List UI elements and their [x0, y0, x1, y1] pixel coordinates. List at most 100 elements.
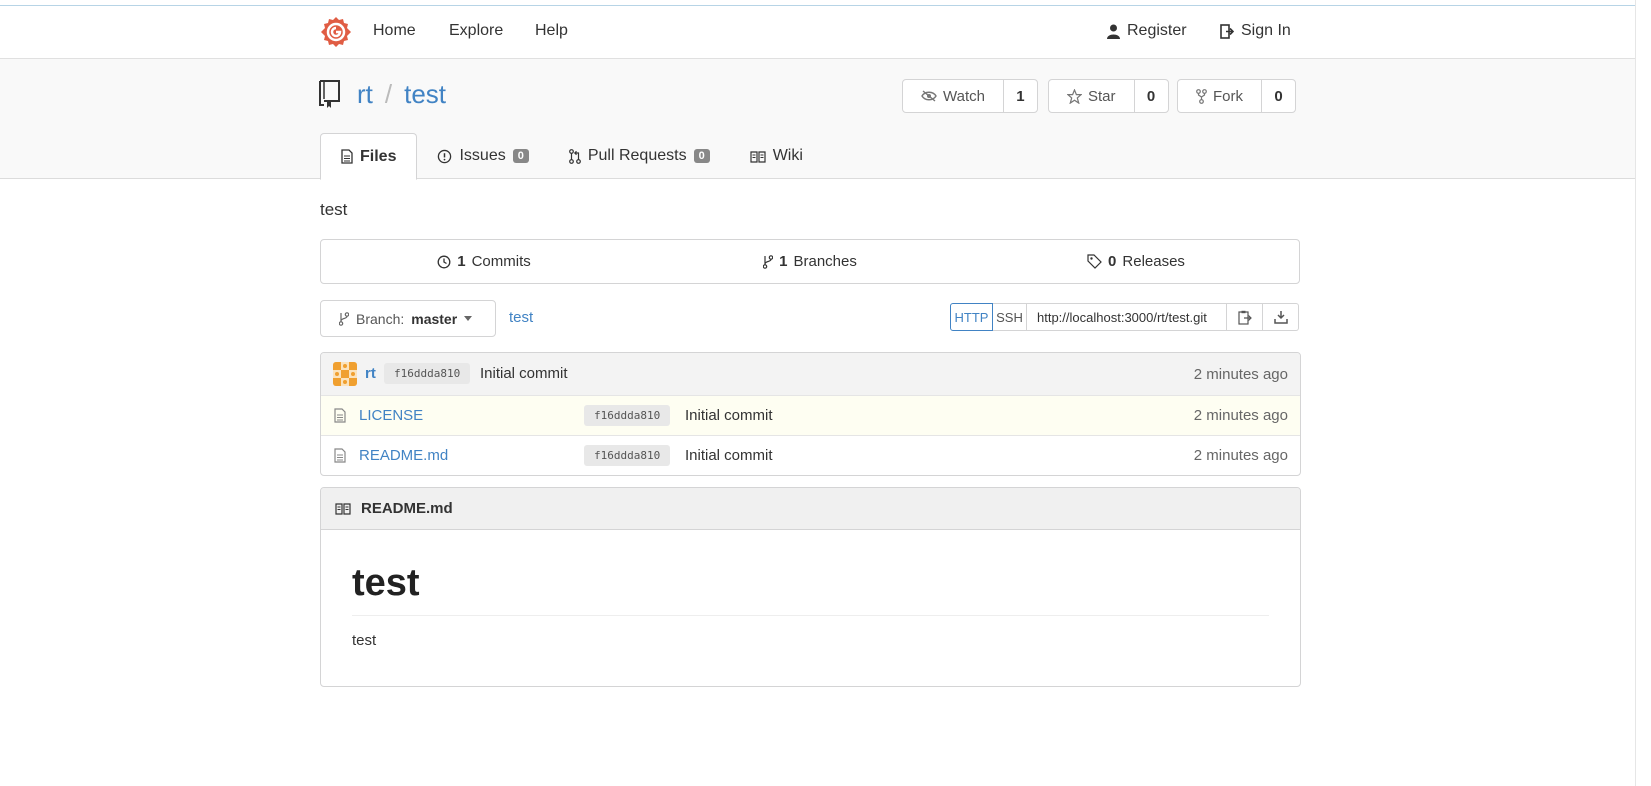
branches-label: Branches [793, 253, 857, 270]
watch-count[interactable]: 1 [1004, 80, 1037, 112]
repo-name-link[interactable]: test [404, 79, 446, 110]
readme-heading: test [352, 562, 1269, 616]
commits-label: Commits [471, 253, 531, 270]
branches-count: 1 [779, 253, 788, 270]
copy-url-button[interactable] [1227, 303, 1263, 331]
readme-paragraph: test [352, 632, 377, 649]
tab-pull-requests-label: Pull Requests [587, 147, 687, 164]
watch-button[interactable]: Watch [903, 80, 1004, 112]
tab-pull-requests[interactable]: Pull Requests 0 [549, 133, 730, 179]
file-name-link[interactable]: README.md [359, 447, 448, 464]
star-button[interactable]: Star [1049, 80, 1135, 112]
fork-count[interactable]: 0 [1262, 80, 1295, 112]
commit-sha-label[interactable]: f16ddda810 [384, 363, 471, 384]
eye-slash-icon [921, 90, 937, 102]
download-icon [1273, 311, 1288, 324]
branches-stat-link[interactable]: 1 Branches [647, 240, 973, 283]
repo-tabs: Files Issues 0 Pull Requests 0 Wiki [320, 133, 823, 180]
branch-icon [339, 311, 349, 326]
repo-title: rt / test [357, 79, 446, 110]
fork-button-group: Fork 0 [1177, 79, 1296, 113]
repo-title-separator: / [384, 79, 393, 109]
tab-files[interactable]: Files [320, 133, 418, 180]
branch-dropdown[interactable]: Branch: master [320, 300, 496, 337]
sign-in-icon [1220, 23, 1234, 39]
star-count[interactable]: 0 [1135, 80, 1168, 112]
commit-time: 2 minutes ago [1193, 366, 1288, 383]
fork-label: Fork [1213, 87, 1243, 105]
repo-stats-bar: 1 Commits 1 Branches 0 Releases [320, 239, 1300, 284]
file-commit-time: 2 minutes ago [1193, 447, 1288, 464]
watch-button-group: Watch 1 [902, 79, 1038, 113]
clipboard-icon [1238, 310, 1252, 325]
tag-icon [1087, 254, 1102, 269]
file-commit-message[interactable]: Initial commit [685, 447, 773, 464]
avatar[interactable] [333, 362, 357, 386]
file-commit-sha[interactable]: f16ddda810 [584, 405, 671, 426]
releases-label: Releases [1122, 253, 1185, 270]
file-name-link[interactable]: LICENSE [359, 407, 423, 424]
commits-stat-link[interactable]: 1 Commits [321, 240, 647, 283]
table-row: README.md f16ddda810 Initial commit 2 mi… [321, 435, 1300, 475]
star-button-group: Star 0 [1048, 79, 1169, 113]
fork-button[interactable]: Fork [1178, 80, 1262, 112]
nav-home-link[interactable]: Home [373, 22, 416, 40]
commits-count: 1 [457, 253, 466, 270]
table-row: LICENSE f16ddda810 Initial commit 2 minu… [321, 395, 1300, 435]
repo-icon [319, 80, 340, 108]
star-icon [1067, 88, 1082, 104]
branch-prefix: Branch: [356, 310, 405, 327]
scrollbar[interactable] [1635, 0, 1651, 786]
user-icon [1107, 24, 1120, 39]
commit-message: Initial commit [480, 365, 568, 382]
download-button[interactable] [1263, 303, 1299, 331]
clone-http-button[interactable]: HTTP [950, 303, 993, 331]
repo-description: test [320, 200, 348, 219]
sign-in-link[interactable]: Sign In [1220, 22, 1291, 40]
browser-top-line [0, 0, 1651, 6]
issues-count-badge: 0 [512, 149, 529, 163]
tab-wiki-label: Wiki [772, 147, 803, 164]
file-text-icon [334, 448, 346, 463]
tab-files-label: Files [360, 147, 397, 165]
readme-panel: README.md test test [320, 487, 1301, 687]
file-text-icon [334, 408, 346, 423]
sign-in-label: Sign In [1241, 22, 1291, 39]
pull-request-icon [568, 148, 581, 164]
latest-commit-row: rt f16ddda810 Initial commit 2 minutes a… [321, 353, 1300, 395]
top-navbar: Home Explore Help Register Sign In [0, 7, 1635, 59]
history-icon [437, 255, 451, 268]
clone-ssh-button[interactable]: SSH [993, 303, 1027, 331]
readme-content: test test [321, 530, 1300, 681]
repo-owner-link[interactable]: rt [357, 79, 373, 110]
book-icon [750, 150, 766, 163]
file-commit-time: 2 minutes ago [1193, 407, 1288, 424]
nav-help-link[interactable]: Help [535, 22, 568, 40]
file-commit-sha[interactable]: f16ddda810 [584, 445, 671, 466]
file-commit-message[interactable]: Initial commit [685, 407, 773, 424]
clone-url-input[interactable]: http://localhost:3000/rt/test.git [1027, 303, 1227, 331]
readme-header: README.md [321, 488, 1300, 530]
gogs-logo-icon[interactable] [320, 16, 352, 48]
nav-explore-link[interactable]: Explore [449, 22, 503, 40]
branch-icon [763, 254, 774, 269]
star-label: Star [1088, 87, 1116, 105]
tab-issues[interactable]: Issues 0 [417, 133, 548, 179]
fork-icon [1196, 88, 1207, 104]
releases-stat-link[interactable]: 0 Releases [973, 240, 1299, 283]
path-breadcrumb[interactable]: test [509, 309, 533, 326]
file-list-table: rt f16ddda810 Initial commit 2 minutes a… [320, 352, 1301, 476]
watch-label: Watch [943, 87, 985, 105]
chevron-down-icon [464, 316, 473, 321]
tab-issues-label: Issues [459, 147, 506, 164]
register-link[interactable]: Register [1107, 22, 1187, 40]
commit-author-link[interactable]: rt [365, 365, 376, 382]
issue-opened-icon [438, 149, 452, 163]
releases-count: 0 [1108, 253, 1117, 270]
book-icon [335, 503, 351, 515]
file-text-icon [341, 149, 353, 164]
tab-wiki[interactable]: Wiki [730, 133, 823, 179]
pull-requests-count-badge: 0 [693, 149, 710, 163]
register-label: Register [1127, 22, 1187, 39]
branch-name: master [411, 310, 458, 327]
